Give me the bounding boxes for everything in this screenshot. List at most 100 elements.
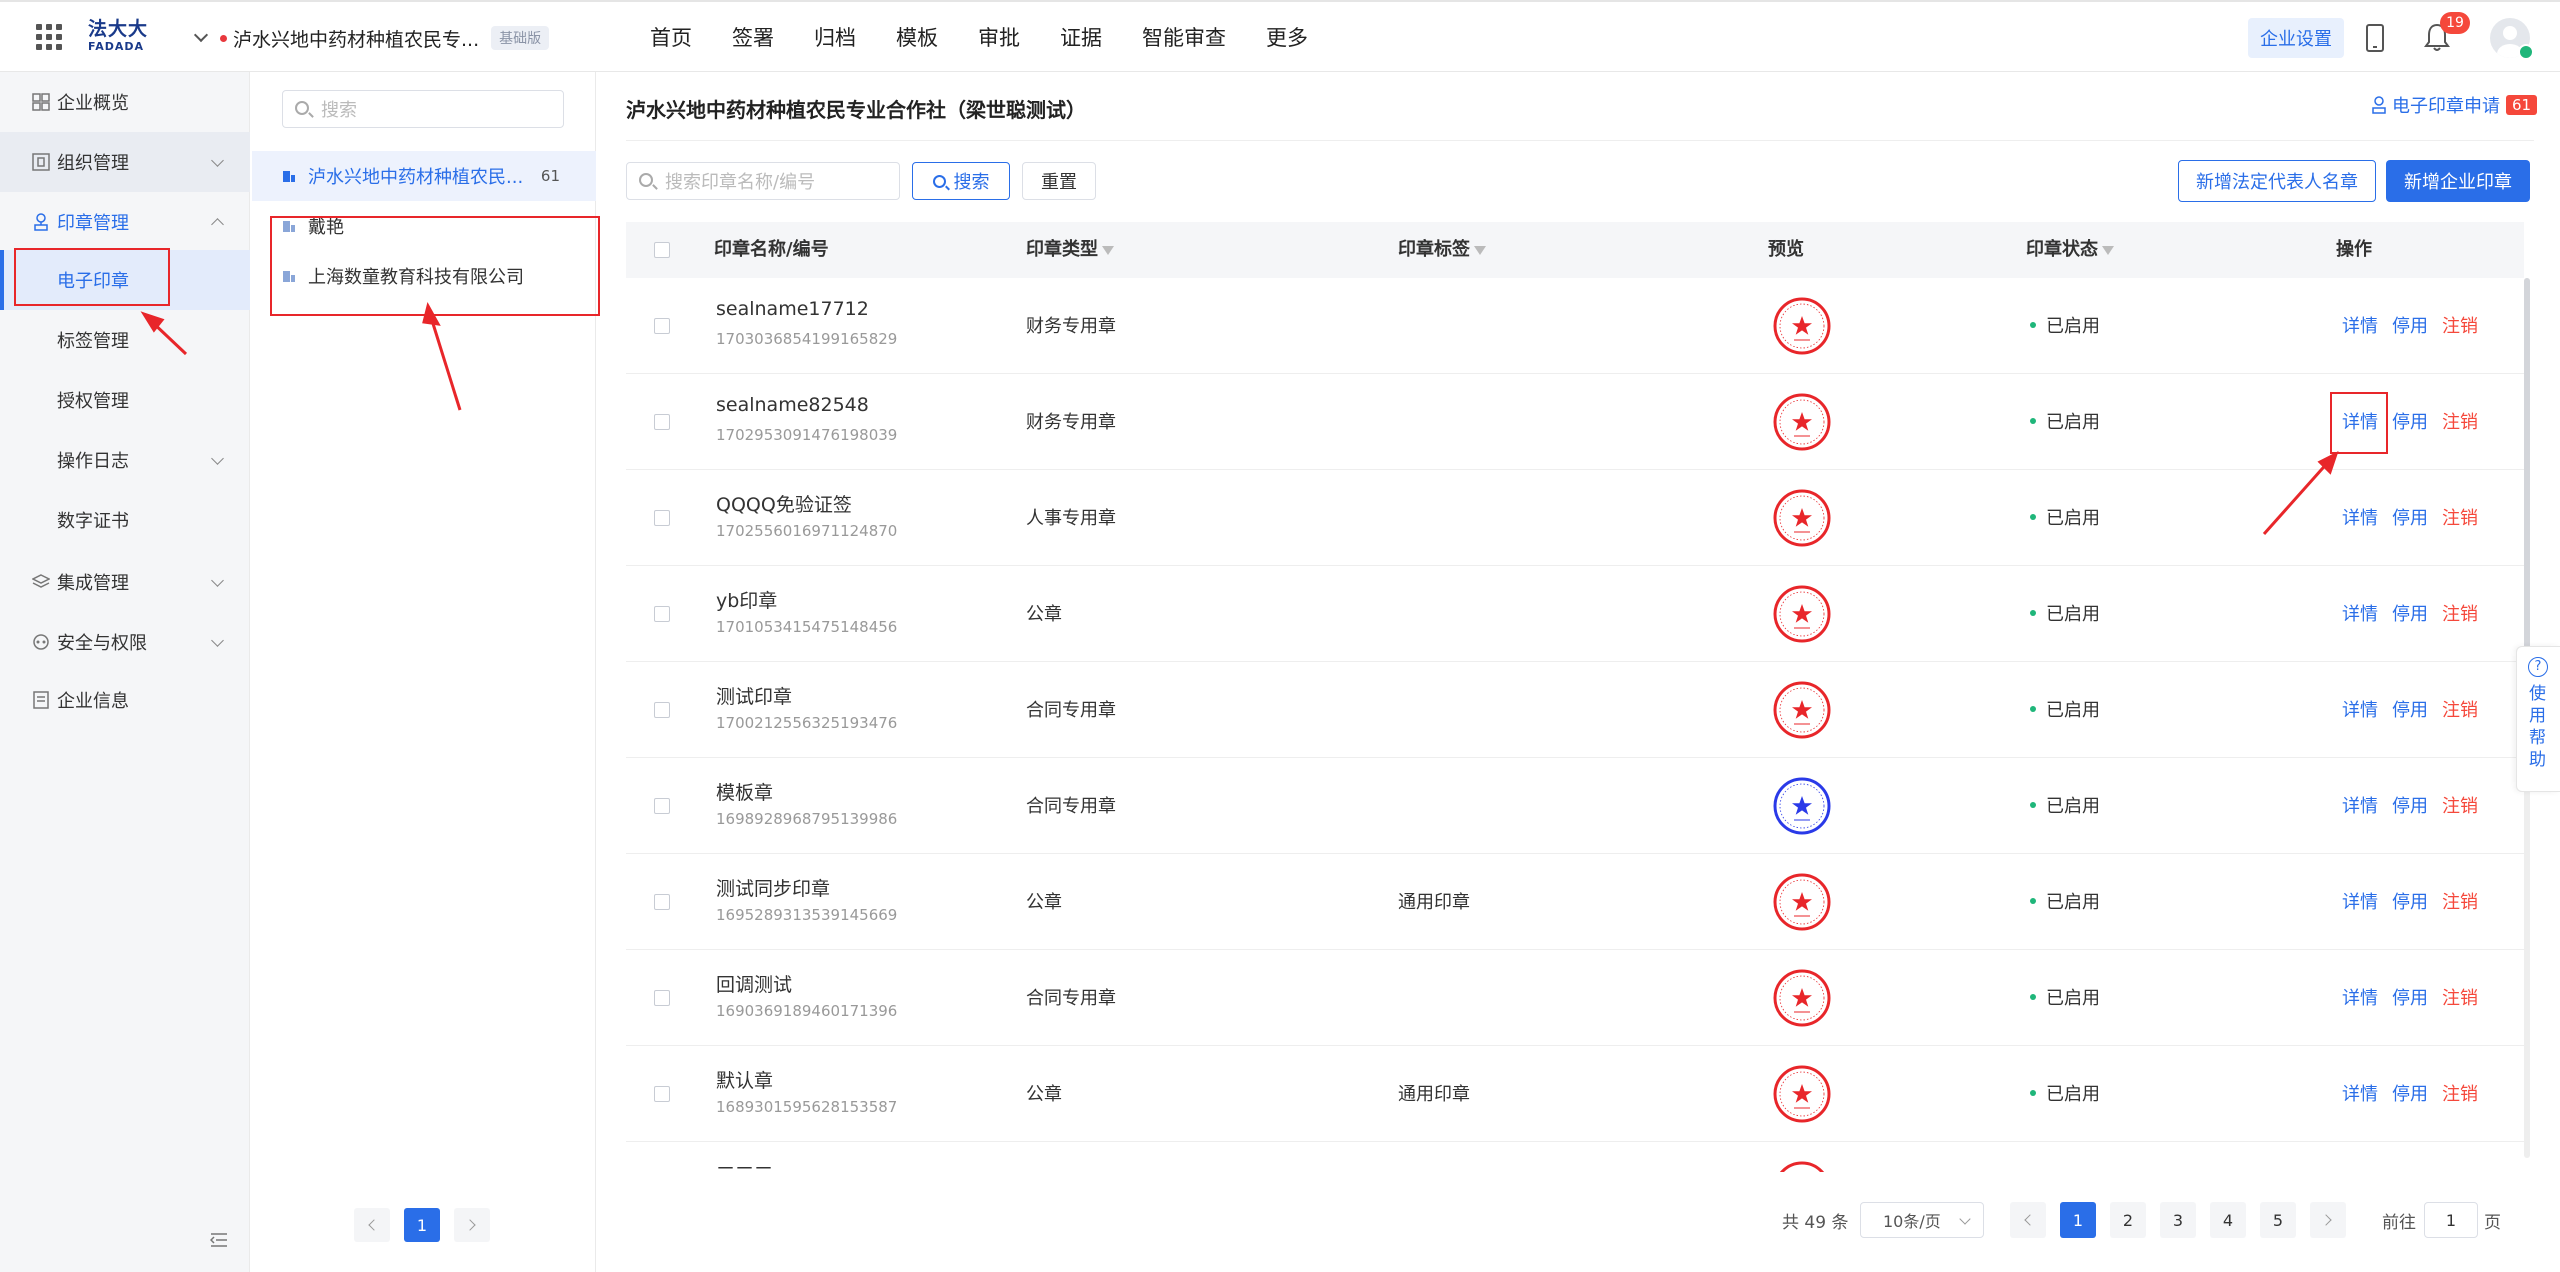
detail-link[interactable]: 详情 <box>2342 504 2378 530</box>
nav-approval[interactable]: 审批 <box>978 24 1020 52</box>
table-row[interactable]: sealname17712 1703036854199165829 财务专用章 … <box>626 278 2524 374</box>
app-grid-icon[interactable] <box>36 24 62 50</box>
org-next-page-button[interactable] <box>454 1208 490 1242</box>
sidebar-item-tag-management[interactable]: 标签管理 <box>0 310 250 370</box>
org-page-button[interactable]: 1 <box>404 1208 440 1242</box>
column-header-tag[interactable]: 印章标签 <box>1398 222 1486 278</box>
cancel-link[interactable]: 注销 <box>2442 792 2478 818</box>
page-button-4[interactable]: 4 <box>2210 1202 2246 1238</box>
sidebar-item-authorization[interactable]: 授权管理 <box>0 370 250 430</box>
cancel-link[interactable]: 注销 <box>2442 888 2478 914</box>
disable-link[interactable]: 停用 <box>2392 984 2428 1010</box>
cancel-link[interactable]: 注销 <box>2442 984 2478 1010</box>
seal-preview-icon[interactable] <box>1772 584 1832 644</box>
select-all-checkbox[interactable] <box>654 242 670 258</box>
table-row[interactable]: 测试同步印章 1695289313539145669 公章 通用印章 已启用 详… <box>626 854 2524 950</box>
disable-link[interactable]: 停用 <box>2392 312 2428 338</box>
help-button[interactable]: ? 使用帮助 <box>2516 646 2560 792</box>
filter-icon[interactable] <box>2102 245 2114 255</box>
page-size-select[interactable]: 10条/页 <box>1860 1202 1984 1238</box>
add-legal-rep-seal-button[interactable]: 新增法定代表人名章 <box>2178 160 2376 202</box>
add-company-seal-button[interactable]: 新增企业印章 <box>2386 160 2530 202</box>
row-checkbox[interactable] <box>654 606 670 622</box>
seal-apply-link[interactable]: 电子印章申请 61 <box>2370 92 2538 118</box>
enterprise-settings-button[interactable]: 企业设置 <box>2248 18 2344 58</box>
disable-link[interactable]: 停用 <box>2392 888 2428 914</box>
cancel-link[interactable]: 注销 <box>2442 312 2478 338</box>
org-search-input[interactable]: 搜索 <box>282 90 564 128</box>
disable-link[interactable]: 停用 <box>2392 1080 2428 1106</box>
org-tree-item[interactable]: 泸水兴地中药材种植农民... 61 <box>252 151 596 201</box>
detail-link[interactable]: 详情 <box>2342 792 2378 818</box>
column-header-status[interactable]: 印章状态 <box>2026 222 2114 278</box>
cancel-link[interactable]: 注销 <box>2442 600 2478 626</box>
page-button-2[interactable]: 2 <box>2110 1202 2146 1238</box>
row-checkbox[interactable] <box>654 1086 670 1102</box>
detail-link[interactable]: 详情 <box>2342 1080 2378 1106</box>
table-row[interactable]: 回调测试 1690369189460171396 合同专用章 已启用 详情 停用… <box>626 950 2524 1046</box>
row-checkbox[interactable] <box>654 414 670 430</box>
row-checkbox[interactable] <box>654 894 670 910</box>
next-page-button[interactable] <box>2310 1202 2346 1238</box>
table-row[interactable]: sealname82548 1702953091476198039 财务专用章 … <box>626 374 2524 470</box>
prev-page-button[interactable] <box>2010 1202 2046 1238</box>
seal-preview-icon[interactable] <box>1772 1064 1832 1124</box>
detail-link[interactable]: 详情 <box>2342 312 2378 338</box>
detail-link[interactable]: 详情 <box>2342 696 2378 722</box>
sidebar-item-operation-log[interactable]: 操作日志 <box>0 430 250 490</box>
nav-sign[interactable]: 签署 <box>732 24 774 52</box>
org-prev-page-button[interactable] <box>354 1208 390 1242</box>
scrollbar-thumb[interactable] <box>2524 278 2530 658</box>
table-row[interactable]: 模板章 1698928968795139986 合同专用章 已启用 详情 停用 … <box>626 758 2524 854</box>
page-button-1[interactable]: 1 <box>2060 1202 2096 1238</box>
table-row[interactable]: yb印章 1701053415475148456 公章 已启用 详情 停用 注销 <box>626 566 2524 662</box>
disable-link[interactable]: 停用 <box>2392 696 2428 722</box>
nav-more[interactable]: 更多 <box>1266 24 1308 52</box>
seal-preview-icon[interactable] <box>1772 872 1832 932</box>
reset-button[interactable]: 重置 <box>1022 162 1096 200</box>
collapse-menu-icon[interactable] <box>210 1232 228 1248</box>
seal-preview-icon[interactable] <box>1772 392 1832 452</box>
seal-preview-icon[interactable] <box>1772 488 1832 548</box>
row-checkbox[interactable] <box>654 510 670 526</box>
seal-preview-icon[interactable] <box>1772 776 1832 836</box>
sidebar-item-security[interactable]: 安全与权限 <box>0 612 250 672</box>
seal-preview-icon[interactable] <box>1772 1160 1832 1172</box>
column-header-type[interactable]: 印章类型 <box>1026 222 1114 278</box>
nav-template[interactable]: 模板 <box>896 24 938 52</box>
seal-search-input[interactable]: 搜索印章名称/编号 <box>626 162 900 200</box>
cancel-link[interactable]: 注销 <box>2442 1080 2478 1106</box>
sidebar-item-integration[interactable]: 集成管理 <box>0 552 250 612</box>
row-checkbox[interactable] <box>654 798 670 814</box>
seal-preview-icon[interactable] <box>1772 680 1832 740</box>
cancel-link[interactable]: 注销 <box>2442 504 2478 530</box>
sidebar-item-overview[interactable]: 企业概览 <box>0 72 250 132</box>
row-checkbox[interactable] <box>654 318 670 334</box>
disable-link[interactable]: 停用 <box>2392 408 2428 434</box>
detail-link[interactable]: 详情 <box>2342 888 2378 914</box>
nav-evidence[interactable]: 证据 <box>1060 24 1102 52</box>
search-button[interactable]: 搜索 <box>912 162 1010 200</box>
fadada-logo[interactable]: 法大大 FADADA <box>88 18 154 58</box>
table-row[interactable]: QQQQ免验证签 1702556016971124870 人事专用章 已启用 详… <box>626 470 2524 566</box>
table-row[interactable]: 默认章 1689301595628153587 公章 通用印章 已启用 详情 停… <box>626 1046 2524 1142</box>
disable-link[interactable]: 停用 <box>2392 504 2428 530</box>
seal-preview-icon[interactable] <box>1772 296 1832 356</box>
sidebar-item-seal[interactable]: 印章管理 <box>0 192 250 252</box>
cancel-link[interactable]: 注销 <box>2442 696 2478 722</box>
page-button-5[interactable]: 5 <box>2260 1202 2296 1238</box>
filter-icon[interactable] <box>1474 245 1486 255</box>
disable-link[interactable]: 停用 <box>2392 600 2428 626</box>
page-button-3[interactable]: 3 <box>2160 1202 2196 1238</box>
filter-icon[interactable] <box>1102 245 1114 255</box>
row-checkbox[interactable] <box>654 702 670 718</box>
cancel-link[interactable]: 注销 <box>2442 408 2478 434</box>
seal-preview-icon[interactable] <box>1772 968 1832 1028</box>
nav-archive[interactable]: 归档 <box>814 24 856 52</box>
sidebar-item-digital-cert[interactable]: 数字证书 <box>0 490 250 550</box>
detail-link[interactable]: 详情 <box>2342 984 2378 1010</box>
nav-smart-review[interactable]: 智能审查 <box>1142 24 1226 52</box>
sidebar-item-company-info[interactable]: 企业信息 <box>0 670 250 730</box>
sidebar-item-org[interactable]: 组织管理 <box>0 132 250 192</box>
goto-page-input[interactable]: 1 <box>2424 1202 2478 1238</box>
